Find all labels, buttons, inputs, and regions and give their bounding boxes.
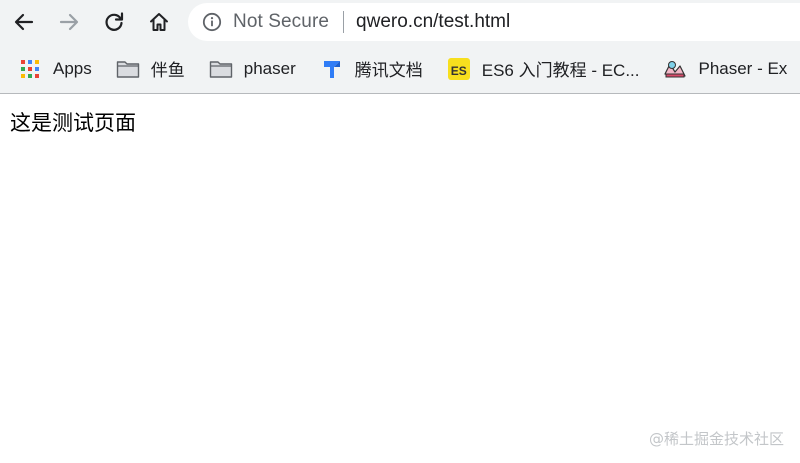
bookmark-phaser-examples[interactable]: Phaser - Ex [663, 57, 787, 81]
arrow-left-icon [14, 13, 34, 31]
folder-icon [209, 57, 233, 81]
arrow-right-icon [59, 13, 79, 31]
home-button[interactable] [143, 6, 175, 38]
bookmark-label: ES6 入门教程 - EC... [481, 61, 640, 80]
bookmark-tencent-docs[interactable]: 腾讯文档 [320, 56, 423, 81]
es-icon: ES [447, 57, 471, 81]
bookmarks-bar: Apps 伴鱼 phaser 腾讯文档 ES ES6 入门教程 - EC... … [0, 44, 800, 94]
info-circle-icon[interactable] [202, 12, 222, 32]
tencent-docs-icon [320, 57, 344, 81]
phaser-icon [663, 57, 687, 81]
es-badge: ES [447, 57, 470, 80]
bookmark-label: 腾讯文档 [354, 61, 423, 80]
home-icon [150, 13, 168, 31]
forward-button[interactable] [53, 6, 85, 38]
apps-grid-icon [18, 57, 42, 81]
address-bar[interactable]: Not Secure qwero.cn/test.html [188, 3, 800, 41]
watermark: @稀土掘金技术社区 [648, 430, 784, 448]
browser-window: Not Secure qwero.cn/test.html Apps 伴鱼 ph… [0, 0, 800, 463]
omnibox-divider [343, 11, 345, 33]
page-content: 这是测试页面 [0, 94, 800, 152]
bookmark-label: phaser [243, 58, 296, 78]
reload-icon [105, 12, 124, 31]
url-text[interactable]: qwero.cn/test.html [356, 11, 510, 33]
reload-button[interactable] [98, 6, 130, 38]
browser-toolbar: Not Secure qwero.cn/test.html [0, 0, 800, 44]
bookmark-label: Phaser - Ex [698, 58, 788, 78]
bookmark-label: Apps [53, 58, 92, 78]
bookmark-folder-phaser[interactable]: phaser [209, 57, 296, 81]
bookmark-folder-banyu[interactable]: 伴鱼 [116, 56, 185, 81]
page-body-text: 这是测试页面 [10, 111, 136, 135]
bookmark-es6[interactable]: ES ES6 入门教程 - EC... [447, 56, 640, 81]
bookmark-label: 伴鱼 [150, 61, 185, 80]
bookmark-apps[interactable]: Apps [18, 57, 92, 81]
back-button[interactable] [8, 6, 40, 38]
folder-icon [116, 57, 140, 81]
security-status-text[interactable]: Not Secure [233, 11, 329, 33]
